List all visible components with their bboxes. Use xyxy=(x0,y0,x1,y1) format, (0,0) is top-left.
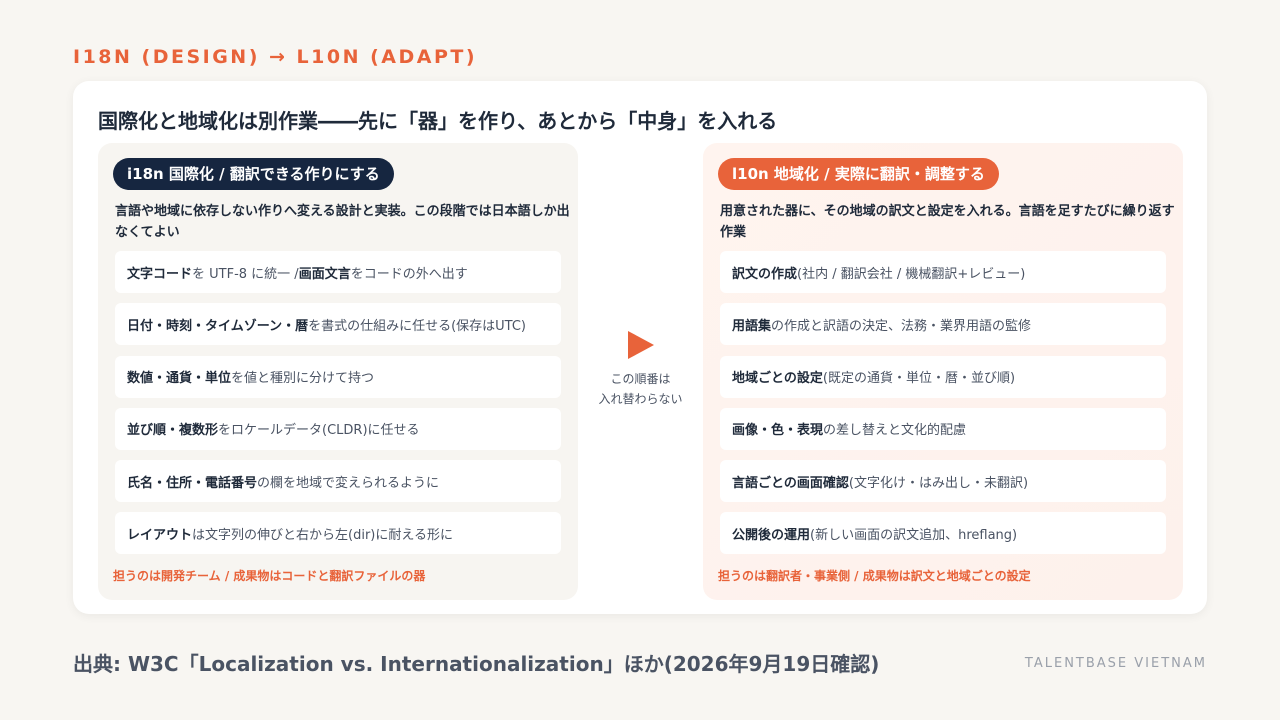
i18n-panel: i18n 国際化 / 翻訳できる作りにする 言語や地域に依存しない作りへ変える設… xyxy=(98,143,578,600)
item-keyword: 氏名・住所・電話番号 xyxy=(127,475,258,491)
item-text: をコードの外へ出す xyxy=(350,266,468,282)
list-item: 画像・色・表現 の差し替えと文化的配慮 xyxy=(720,407,1166,450)
comparison-card: 国際化と地域化は別作業――先に「器」を作り、あとから「中身」を入れる i18n … xyxy=(73,81,1207,614)
list-item: 言語ごとの画面確認 (文字化け・はみ出し・未翻訳) xyxy=(720,460,1166,503)
l10n-badge: l10n 地域化 / 実際に翻訳・調整する xyxy=(718,158,999,190)
item-keyword: レイアウト xyxy=(127,527,193,543)
item-text: の作成と訳語の決定、法務・業界用語の監修 xyxy=(771,318,1032,334)
l10n-footnote: 担うのは翻訳者・事業側 / 成果物は訳文と地域ごとの設定 xyxy=(718,569,1031,583)
item-keyword: 数値・通貨・単位 xyxy=(127,371,232,387)
item-keyword: 並び順・複数形 xyxy=(127,423,219,439)
list-item: 訳文の作成 (社内 / 翻訳会社 / 機械翻訳+レビュー) xyxy=(720,251,1166,293)
item-text: の差し替えと文化的配慮 xyxy=(823,423,967,439)
card-title: 国際化と地域化は別作業――先に「器」を作り、あとから「中身」を入れる xyxy=(98,109,778,133)
item-text: を書式の仕組みに任せる(保存はUTC) xyxy=(308,318,527,334)
i18n-badge: i18n 国際化 / 翻訳できる作りにする xyxy=(113,158,394,190)
i18n-footnote: 担うのは開発チーム / 成果物はコードと翻訳ファイルの器 xyxy=(113,569,426,583)
order-note-line1: この順番は xyxy=(610,372,671,386)
l10n-panel: l10n 地域化 / 実際に翻訳・調整する 用意された器に、その地域の訳文と設定… xyxy=(703,143,1183,600)
list-item: 数値・通貨・単位 を値と種別に分けて持つ xyxy=(115,355,561,398)
list-item: 公開後の運用 (新しい画面の訳文追加、hreflang) xyxy=(720,512,1166,555)
list-item: 用語集 の作成と訳語の決定、法務・業界用語の監修 xyxy=(720,303,1166,346)
item-text: を値と種別に分けて持つ xyxy=(231,371,375,387)
list-item: 文字コードを UTF-8 に統一 / 画面文言 をコードの外へ出す xyxy=(115,251,561,293)
item-text: をロケールデータ(CLDR)に任せる xyxy=(218,423,420,439)
item-keyword: 訳文の作成 xyxy=(732,266,798,282)
l10n-description: 用意された器に、その地域の訳文と設定を入れる。言語を足すたびに繰り返す作業 xyxy=(720,204,1175,240)
play-arrow-icon xyxy=(627,331,654,359)
item-text: (新しい画面の訳文追加、hreflang) xyxy=(810,527,1018,543)
item-keyword: 言語ごとの画面確認 xyxy=(732,475,849,491)
section-kicker: I18N (DESIGN) → L10N (ADAPT) xyxy=(73,46,478,68)
item-keyword: 地域ごとの設定 xyxy=(732,371,823,387)
l10n-item-list: 訳文の作成 (社内 / 翻訳会社 / 機械翻訳+レビュー) 用語集 の作成と訳語の決… xyxy=(720,251,1166,565)
i18n-item-list: 文字コードを UTF-8 に統一 / 画面文言 をコードの外へ出す 日付・時刻・タ… xyxy=(115,251,561,565)
item-keyword: 画像・色・表現 xyxy=(732,423,824,439)
item-text: (文字化け・はみ出し・未翻訳) xyxy=(848,475,1029,491)
item-keyword: 日付・時刻・タイムゾーン・暦 xyxy=(127,318,309,334)
item-text: の欄を地域で変えられるように xyxy=(257,475,440,491)
i18n-description: 言語や地域に依存しない作りへ変える設計と実装。この段階では日本語しか出なくてよい xyxy=(115,204,570,240)
list-item: 氏名・住所・電話番号 の欄を地域で変えられるように xyxy=(115,460,561,503)
order-note-line2: 入れ替わらない xyxy=(598,392,683,406)
item-keyword: 文字コード xyxy=(127,266,193,282)
item-keyword: 公開後の運用 xyxy=(732,527,811,543)
order-indicator: この順番は 入れ替わらない xyxy=(578,331,703,409)
item-text: を UTF-8 に統一 / xyxy=(192,266,299,282)
list-item: 日付・時刻・タイムゾーン・暦 を書式の仕組みに任せる(保存はUTC) xyxy=(115,303,561,346)
brand-logo-text: TALENTBASE VIETNAM xyxy=(1024,656,1207,671)
source-citation: 出典: W3C「Localization vs. Internationaliz… xyxy=(73,652,880,676)
item-text: は文字列の伸びと右から左(dir)に耐える形に xyxy=(192,527,453,543)
item-keyword: 画面文言 xyxy=(298,266,351,282)
item-text: (既定の通貨・単位・暦・並び順) xyxy=(822,371,1016,387)
list-item: 並び順・複数形 をロケールデータ(CLDR)に任せる xyxy=(115,407,561,450)
list-item: レイアウト は文字列の伸びと右から左(dir)に耐える形に xyxy=(115,512,561,555)
item-text: (社内 / 翻訳会社 / 機械翻訳+レビュー) xyxy=(797,266,1026,282)
item-keyword: 用語集 xyxy=(732,318,772,334)
list-item: 地域ごとの設定 (既定の通貨・単位・暦・並び順) xyxy=(720,355,1166,398)
